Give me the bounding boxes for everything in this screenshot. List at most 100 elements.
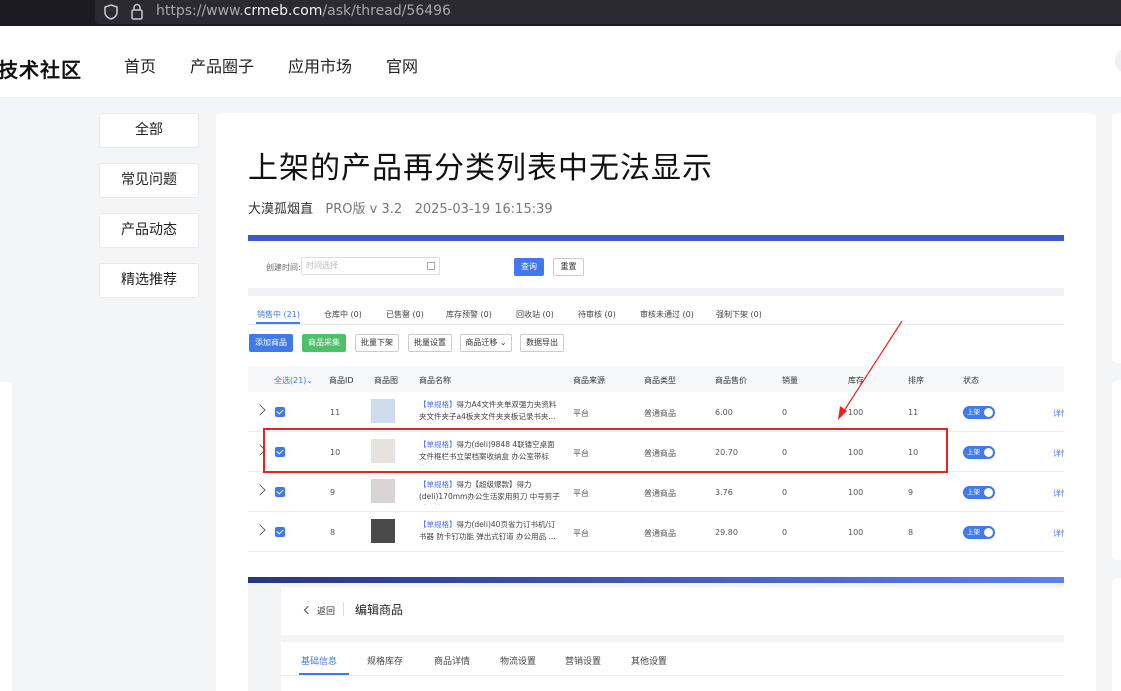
table-row: 11 【单规格】得力A4文件夹单双强力夹资料夹文件夹子a4板夹文件夹夹板记录书夹… <box>248 392 1064 432</box>
tab-forced-removal: 强制下架 (0) <box>716 310 762 319</box>
spec-tag: 【单规格】 <box>419 480 457 489</box>
date-placeholder: 时间选择 <box>306 261 338 270</box>
cell-type: 普通商品 <box>644 409 676 418</box>
post-version: PRO版 v 3.2 <box>325 202 403 217</box>
batch-remove-button: 批量下架 <box>355 334 399 352</box>
product-thumbnail <box>371 479 395 503</box>
spec-tag: 【单规格】 <box>419 520 457 529</box>
row-checkbox <box>275 407 285 417</box>
sidebar-item-faq[interactable]: 常见问题 <box>99 163 199 198</box>
site-logo[interactable]: 技术社区 <box>0 54 82 83</box>
tab-stock-warning: 库存预警 (0) <box>446 310 492 319</box>
edit-header-panel: 返回 编辑商品 <box>281 587 1064 635</box>
product-thumbnail <box>371 399 395 423</box>
cell-name: 【单规格】得力【超级爆款】得力(deli)170mm办公生活家用剪刀 中号剪子手… <box>419 479 561 505</box>
sidebar-item-featured[interactable]: 精选推荐 <box>99 263 199 298</box>
export-data-button: 数据导出 <box>520 334 564 352</box>
expand-chevron-icon <box>254 524 266 536</box>
status-toggle: 上架 <box>963 526 995 539</box>
browser-toolbar: https://www.crmeb.com/ask/thread/56496 <box>0 0 1121 26</box>
collect-product-button: 商品采集 <box>302 334 346 352</box>
tab-spec-stock: 规格库存 <box>367 657 404 667</box>
back-link: 返回 <box>317 607 336 617</box>
tab-review-rejected: 审核未通过 (0) <box>640 310 694 319</box>
detail-link: 详情 <box>1053 489 1064 498</box>
back-arrow-icon <box>303 605 313 615</box>
col-source: 商品来源 <box>573 376 605 385</box>
tab-sold-out: 已售罄 (0) <box>386 310 424 319</box>
url-text[interactable]: https://www.crmeb.com/ask/thread/56496 <box>156 3 451 19</box>
tab-pending-review: 待审核 (0) <box>578 310 616 319</box>
tab-on-sale: 销售中 (21) <box>257 310 300 319</box>
status-toggle: 上架 <box>963 406 995 419</box>
post-author[interactable]: 大漠孤烟直 <box>248 202 313 217</box>
cell-name: 【单规格】得力A4文件夹单双强力夹资料夹文件夹子a4板夹文件夹夹板记录书夹... <box>419 399 561 425</box>
nav-app-market[interactable]: 应用市场 <box>288 53 352 77</box>
tab-warehouse: 仓库中 (0) <box>324 310 362 319</box>
cell-sales: 0 <box>782 408 788 417</box>
annotation-arrow-icon <box>838 320 903 420</box>
col-type: 商品类型 <box>644 376 676 385</box>
cell-sales: 0 <box>782 528 788 537</box>
sidebar-item-product-news[interactable]: 产品动态 <box>99 213 199 248</box>
shield-icon[interactable] <box>104 4 118 20</box>
url-path: /ask/thread/56496 <box>322 3 451 19</box>
col-product-id: 商品ID <box>329 376 354 385</box>
divider <box>343 602 344 616</box>
nav-official-site[interactable]: 官网 <box>386 53 418 77</box>
cell-source: 平台 <box>573 529 589 538</box>
col-select-all: 全选(21)⌄ <box>274 376 314 385</box>
cell-sort: 9 <box>908 488 914 497</box>
col-product-name: 商品名称 <box>419 376 451 385</box>
status-toggle: 上架 <box>963 486 995 499</box>
cell-source: 平台 <box>573 409 589 418</box>
lock-icon[interactable] <box>130 3 144 20</box>
calendar-icon <box>427 262 435 270</box>
row-checkbox <box>275 527 285 537</box>
left-edge-panel <box>0 382 12 691</box>
product-migrate-button: 商品迁移 ⌄ <box>460 334 512 352</box>
detail-link: 详情 <box>1053 449 1064 458</box>
query-button: 查询 <box>514 258 544 276</box>
expand-chevron-icon <box>254 404 266 416</box>
cell-id: 9 <box>330 488 336 497</box>
nav-home[interactable]: 首页 <box>124 53 156 77</box>
url-prefix: https://www. <box>156 3 244 19</box>
search-icon[interactable] <box>1115 48 1121 74</box>
image-top-bar <box>248 577 1064 583</box>
tab-other-settings: 其他设置 <box>631 657 668 667</box>
site-header: 技术社区 首页 产品圈子 应用市场 官网 <box>0 26 1121 98</box>
table-row: 9 【单规格】得力【超级爆款】得力(deli)170mm办公生活家用剪刀 中号剪… <box>248 472 1064 512</box>
batch-settings-button: 批量设置 <box>408 334 452 352</box>
edit-tabs-panel: 基础信息 规格库存 商品详情 物流设置 营销设置 其他设置 <box>281 642 1064 691</box>
post-image-edit-product: 返回 编辑商品 基础信息 规格库存 商品详情 物流设置 营销设置 其他设置 <box>248 577 1064 691</box>
cell-price: 3.76 <box>715 488 733 497</box>
sidebar-item-all[interactable]: 全部 <box>99 113 199 148</box>
date-picker-input: 时间选择 <box>301 257 440 275</box>
row-checkbox <box>275 487 285 497</box>
cell-sales: 0 <box>782 488 788 497</box>
tab-baseline <box>281 675 1064 676</box>
cell-sort: 8 <box>908 528 914 537</box>
col-status: 状态 <box>963 376 979 385</box>
col-sales: 销量 <box>782 376 798 385</box>
table-header: 全选(21)⌄ 商品ID 商品图 商品名称 商品来源 商品类型 商品售价 销量 … <box>248 366 1064 392</box>
cell-name: 【单规格】得力(deli)40页省力订书机/订书器 防卡钉功能 弹出式钉道 办公… <box>419 519 561 545</box>
cell-type: 普通商品 <box>644 529 676 538</box>
cell-type: 普通商品 <box>644 489 676 498</box>
detail-link: 详情 <box>1053 529 1064 538</box>
tab-baseline <box>248 324 1064 325</box>
right-panel-2 <box>1112 380 1121 560</box>
image-top-bar <box>248 235 1064 241</box>
post-title: 上架的产品再分类列表中无法显示 <box>248 151 713 186</box>
cell-id: 11 <box>330 408 341 417</box>
url-domain: crmeb.com <box>243 3 323 19</box>
right-panel-3 <box>1112 578 1121 691</box>
cell-price: 6.00 <box>715 408 733 417</box>
cell-stock: 100 <box>848 528 864 537</box>
col-product-image: 商品图 <box>374 376 398 385</box>
spec-tag: 【单规格】 <box>419 400 457 409</box>
tab-marketing: 营销设置 <box>565 657 602 667</box>
nav-product-circle[interactable]: 产品圈子 <box>190 53 254 77</box>
highlight-box <box>263 428 948 473</box>
